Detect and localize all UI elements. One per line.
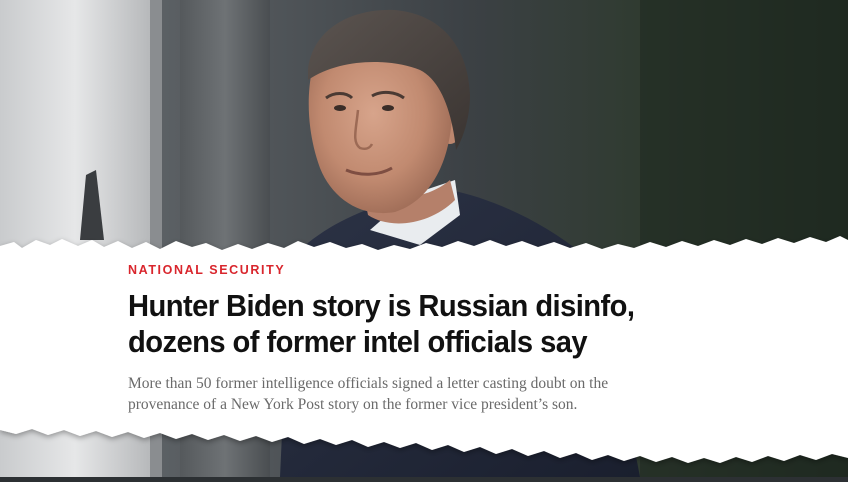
article-dek: More than 50 former intelligence officia…	[128, 373, 688, 415]
torn-paper-clipping: NATIONAL SECURITY Hunter Biden story is …	[0, 0, 848, 477]
headline-line-1: Hunter Biden story is Russian disinfo,	[128, 288, 635, 323]
article-card: NATIONAL SECURITY Hunter Biden story is …	[128, 262, 768, 415]
dek-line-2: provenance of a New York Post story on t…	[128, 396, 578, 413]
article-headline: Hunter Biden story is Russian disinfo, d…	[128, 288, 730, 360]
section-kicker: NATIONAL SECURITY	[128, 263, 286, 277]
headline-line-2: dozens of former intel officials say	[128, 324, 588, 359]
dek-line-1: More than 50 former intelligence officia…	[128, 375, 609, 392]
